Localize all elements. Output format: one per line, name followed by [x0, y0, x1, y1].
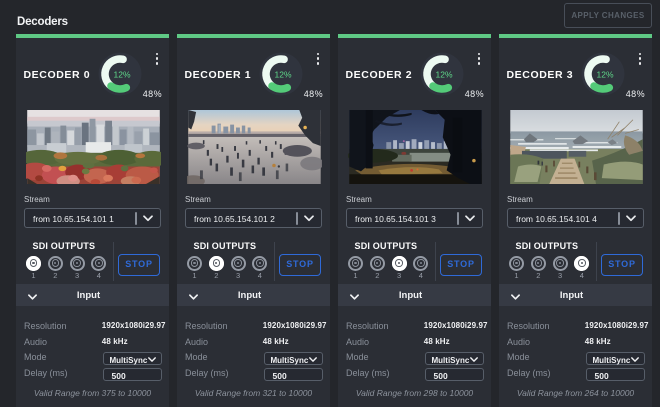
- svg-text:12%: 12%: [596, 70, 613, 80]
- svg-text:12%: 12%: [113, 70, 130, 80]
- svg-text:12%: 12%: [274, 70, 291, 80]
- svg-text:12%: 12%: [435, 70, 452, 80]
